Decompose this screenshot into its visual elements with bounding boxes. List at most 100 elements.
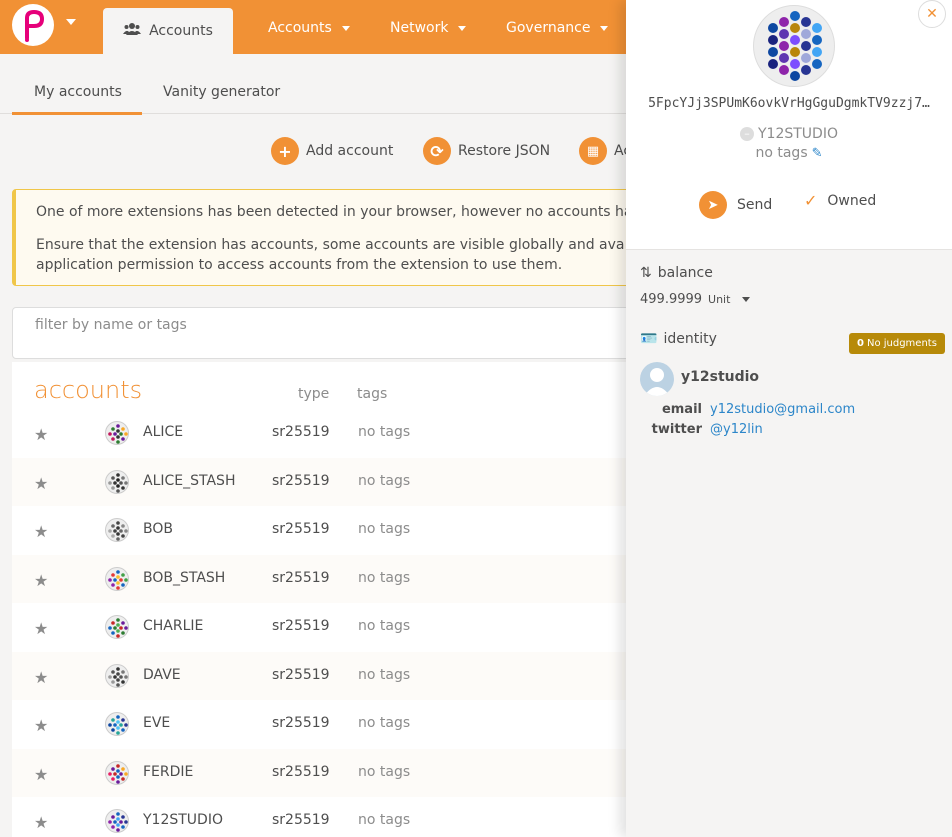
account-name: – Y12STUDIO — [626, 126, 952, 142]
table-row[interactable]: ★ EVE sr25519 no tags — [12, 700, 652, 748]
sort-amount-icon: ⇅ — [640, 265, 652, 281]
tab-accounts-active[interactable]: Accounts — [103, 8, 233, 54]
account-name: BOB_STASH — [143, 569, 226, 586]
table-row[interactable]: ★ ALICE_STASH sr25519 no tags — [12, 457, 652, 506]
filter-input[interactable]: filter by name or tags — [12, 307, 652, 359]
table-row[interactable]: ★ BOB sr25519 no tags — [12, 506, 652, 554]
minus-icon: – — [740, 127, 754, 141]
restore-json-button[interactable]: ⟳ Restore JSON — [423, 137, 550, 165]
owned-indicator: ✓ Owned — [804, 191, 876, 210]
star-icon[interactable]: ★ — [34, 619, 48, 638]
star-icon[interactable]: ★ — [34, 474, 48, 493]
star-icon[interactable]: ★ — [34, 668, 48, 687]
account-type: sr25519 — [272, 472, 330, 489]
identicon[interactable] — [105, 615, 129, 639]
twitter-link[interactable]: @y12lin — [710, 422, 763, 437]
table-row[interactable]: ★ CHARLIE sr25519 no tags — [12, 603, 652, 651]
table-row[interactable]: ★ ALICE sr25519 no tags — [12, 409, 652, 457]
restore-json-label: Restore JSON — [458, 143, 551, 159]
star-icon[interactable]: ★ — [34, 813, 48, 832]
account-name: CHARLIE — [143, 618, 204, 634]
judgements-count: 0 — [857, 338, 864, 349]
chevron-down-icon[interactable] — [66, 19, 76, 25]
tab-my-accounts[interactable]: My accounts — [34, 84, 122, 100]
identicon[interactable] — [105, 809, 129, 833]
account-type: sr25519 — [272, 618, 330, 634]
table-row[interactable]: ★ FERDIE sr25519 no tags — [12, 748, 652, 797]
id-card-icon: 🪪 — [640, 331, 658, 347]
close-icon[interactable]: ✕ — [918, 0, 946, 28]
check-icon: ✓ — [804, 191, 818, 210]
chevron-down-icon — [341, 25, 350, 31]
col-header-tags: tags — [357, 386, 388, 402]
identicon[interactable] — [105, 469, 129, 494]
star-icon[interactable]: ★ — [34, 571, 48, 590]
add-via-qr-button[interactable]: ▦ Ac — [579, 137, 631, 165]
star-icon[interactable]: ★ — [34, 425, 48, 444]
paper-plane-icon: ➤ — [699, 191, 727, 219]
table-title: accounts — [34, 376, 143, 404]
send-button[interactable]: ➤ Send — [699, 191, 772, 219]
warning-text-3: application permission to access account… — [36, 257, 563, 273]
account-name: EVE — [143, 715, 171, 731]
add-account-button[interactable]: + Add account — [271, 137, 393, 165]
account-tags: no tags — [358, 715, 411, 731]
tab-vanity-generator[interactable]: Vanity generator — [163, 84, 280, 100]
extension-warning: One of more extensions has been detected… — [12, 189, 652, 286]
table-row[interactable]: ★ Y12STUDIO sr25519 no tags — [12, 797, 652, 837]
email-link[interactable]: y12studio@gmail.com — [710, 402, 855, 417]
edit-icon[interactable]: ✎ — [812, 146, 823, 161]
identity-label: identity — [663, 331, 717, 347]
tab-accounts-label: Accounts — [149, 23, 213, 39]
identicon[interactable] — [105, 518, 129, 542]
nav-accounts[interactable]: Accounts — [268, 20, 350, 36]
nav-network-label: Network — [390, 20, 449, 36]
account-tags: no tags — [358, 424, 411, 440]
star-icon[interactable]: ★ — [34, 522, 48, 541]
account-sidebar: ✕ 5FpcYJj3SPUmK6ovkVrHgGguDgmkTV9zzj7… –… — [626, 0, 952, 837]
account-type: sr25519 — [272, 569, 330, 586]
polkadot-logo-icon[interactable] — [12, 4, 54, 46]
table-row[interactable]: ★ DAVE sr25519 no tags — [12, 651, 652, 700]
account-tags: no tags — [358, 666, 411, 683]
balance-amount: 499.9999 — [640, 292, 703, 307]
balance-value[interactable]: 499.9999 Unit — [640, 292, 751, 307]
plus-icon: + — [271, 137, 299, 165]
add-account-label: Add account — [306, 143, 394, 159]
account-tags: no tags — [358, 569, 411, 586]
account-type: sr25519 — [272, 424, 330, 440]
nav-governance-label: Governance — [506, 20, 591, 36]
nav-network[interactable]: Network — [390, 20, 467, 36]
identicon[interactable] — [105, 712, 129, 736]
account-type: sr25519 — [272, 763, 330, 780]
account-tags: no tags — [358, 472, 411, 489]
send-label: Send — [737, 197, 773, 213]
judgements-text: No judgments — [866, 338, 937, 349]
twitter-key: twitter — [651, 422, 702, 437]
account-name: ALICE — [143, 424, 184, 440]
identicon[interactable] — [105, 566, 129, 591]
star-icon[interactable]: ★ — [34, 765, 48, 784]
identicon[interactable] — [105, 421, 129, 445]
sidebar-header: ✕ 5FpcYJj3SPUmK6ovkVrHgGguDgmkTV9zzj7… –… — [626, 0, 952, 250]
col-header-type: type — [298, 386, 330, 402]
star-icon[interactable]: ★ — [34, 716, 48, 735]
account-tags: no tags — [358, 812, 411, 828]
warning-text-2: Ensure that the extension has accounts, … — [36, 237, 625, 253]
users-icon — [123, 22, 142, 40]
identity-section-label: 🪪 identity — [640, 331, 717, 347]
account-name: FERDIE — [143, 763, 194, 780]
email-key: email — [661, 402, 702, 417]
accounts-table: accounts type tags ★ ALICE sr25519 no tags ★… — [12, 362, 652, 837]
account-address[interactable]: 5FpcYJj3SPUmK6ovkVrHgGguDgmkTV9zzj7… — [626, 96, 952, 111]
identicon[interactable] — [105, 760, 129, 785]
account-tags: no tags — [358, 763, 411, 780]
account-type: sr25519 — [272, 666, 330, 683]
identicon — [753, 5, 835, 87]
table-row[interactable]: ★ BOB_STASH sr25519 no tags — [12, 554, 652, 603]
account-type: sr25519 — [272, 715, 330, 731]
nav-governance[interactable]: Governance — [506, 20, 609, 36]
identicon[interactable] — [105, 663, 129, 688]
account-name-text: Y12STUDIO — [758, 126, 838, 142]
chevron-down-icon — [742, 297, 751, 302]
